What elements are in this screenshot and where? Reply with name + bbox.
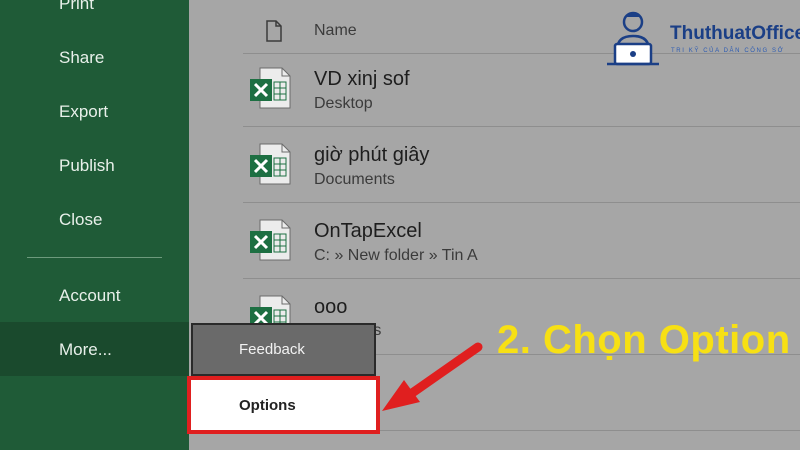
logo-tagline: TRI KỸ CỦA DÂN CÔNG SỞ xyxy=(671,48,785,54)
thuthuatoffice-logo: ThuthuatOffice TRI KỸ CỦA DÂN CÔNG SỞ xyxy=(603,6,800,68)
step-callout: 2. Chọn Option xyxy=(497,318,791,362)
person-laptop-icon xyxy=(607,11,659,66)
logo-brand-text: ThuthuatOffice xyxy=(670,23,800,44)
